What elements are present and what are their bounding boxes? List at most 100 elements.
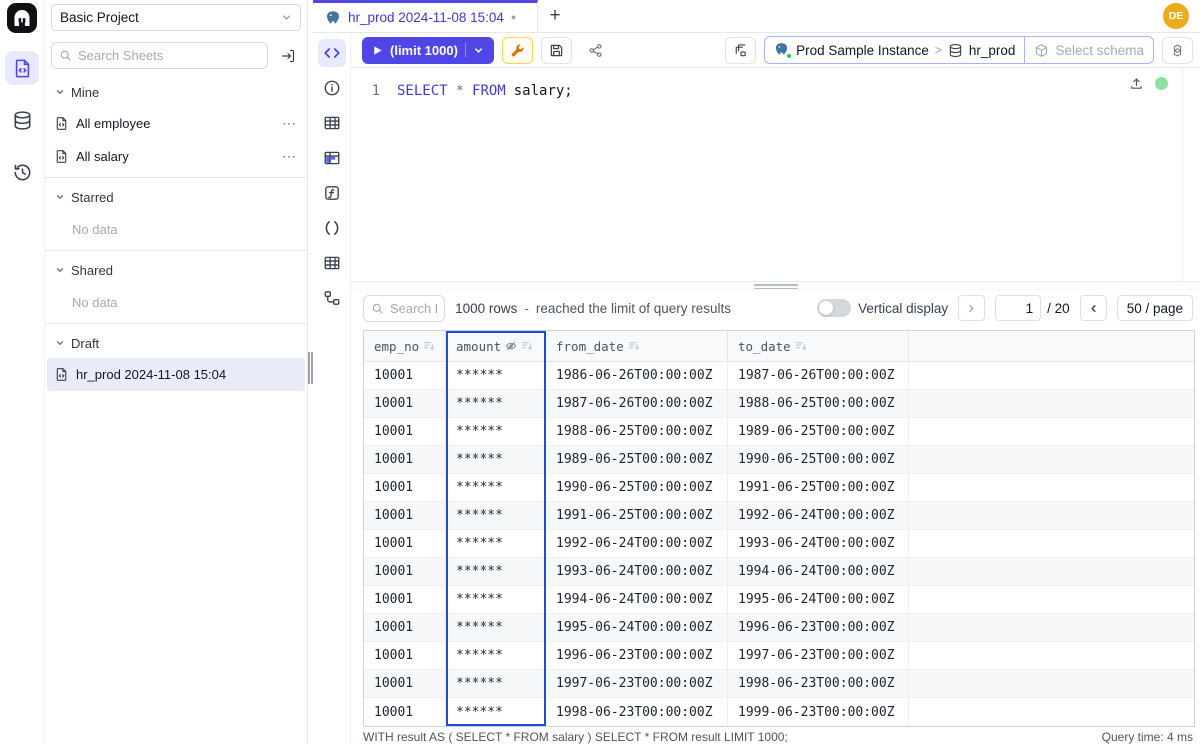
table-cell[interactable]: ****** [446, 418, 546, 445]
sheet-search-input[interactable] [78, 48, 260, 63]
table-cell[interactable]: 1991-06-25T00:00:00Z [546, 502, 728, 529]
save-sheet-button[interactable] [541, 37, 572, 64]
table-cell[interactable]: 1993-06-24T00:00:00Z [546, 558, 728, 585]
panel-procedures-button[interactable] [318, 214, 346, 242]
table-cell[interactable]: 1997-06-23T00:00:00Z [728, 642, 909, 669]
nav-databases-button[interactable] [5, 103, 39, 137]
table-cell[interactable]: 1989-06-25T00:00:00Z [546, 446, 728, 473]
section-draft[interactable]: Draft [45, 328, 307, 358]
table-row[interactable]: 10001******1995-06-24T00:00:00Z1996-06-2… [364, 614, 1194, 642]
more-actions-icon[interactable]: ⋯ [282, 148, 297, 165]
sql-code-editor[interactable]: 1 SELECT * FROM salary; [351, 68, 1200, 281]
nav-history-button[interactable] [5, 155, 39, 189]
table-row[interactable]: 10001******1990-06-25T00:00:00Z1991-06-2… [364, 474, 1194, 502]
table-row[interactable]: 10001******1988-06-25T00:00:00Z1989-06-2… [364, 418, 1194, 446]
panel-views-button[interactable] [318, 249, 346, 277]
import-sheet-button[interactable] [275, 43, 301, 69]
table-cell[interactable]: ****** [446, 698, 546, 726]
column-header-to-date[interactable]: to_date [728, 331, 909, 361]
sort-icon[interactable] [423, 340, 435, 352]
next-page-button[interactable] [1080, 295, 1107, 321]
table-row[interactable]: 10001******1993-06-24T00:00:00Z1994-06-2… [364, 558, 1194, 586]
table-cell[interactable]: 10001 [364, 474, 446, 501]
instance-database-selector[interactable]: Prod Sample Instance > hr_prod [765, 37, 1024, 63]
table-cell[interactable]: 1995-06-24T00:00:00Z [546, 614, 728, 641]
splitter-grip[interactable] [308, 352, 313, 384]
section-shared[interactable]: Shared [45, 255, 307, 285]
table-cell[interactable]: 10001 [364, 390, 446, 417]
table-cell[interactable]: 1987-06-26T00:00:00Z [728, 362, 909, 389]
table-cell[interactable]: 1994-06-24T00:00:00Z [546, 586, 728, 613]
format-sql-button[interactable] [502, 37, 533, 64]
table-cell[interactable]: 1988-06-25T00:00:00Z [546, 418, 728, 445]
table-cell[interactable]: 1993-06-24T00:00:00Z [728, 530, 909, 557]
table-cell[interactable]: 1996-06-23T00:00:00Z [728, 614, 909, 641]
tab-hr-prod[interactable]: hr_prod 2024-11-08 15:04 ● [313, 0, 538, 32]
bytebase-logo[interactable] [4, 2, 40, 33]
table-cell[interactable]: 1999-06-23T00:00:00Z [728, 698, 909, 726]
table-cell[interactable]: 1992-06-24T00:00:00Z [728, 502, 909, 529]
table-cell[interactable]: 1997-06-23T00:00:00Z [546, 670, 728, 697]
page-size-selector[interactable]: 50 / page [1117, 295, 1193, 321]
panel-functions-button[interactable] [318, 179, 346, 207]
table-row[interactable]: 10001******1994-06-24T00:00:00Z1995-06-2… [364, 586, 1194, 614]
sort-icon[interactable] [628, 340, 640, 352]
table-row[interactable]: 10001******1991-06-25T00:00:00Z1992-06-2… [364, 502, 1194, 530]
panel-code-button[interactable] [318, 39, 346, 67]
table-cell[interactable]: 10001 [364, 670, 446, 697]
sort-icon[interactable] [521, 340, 533, 352]
table-cell[interactable]: 10001 [364, 698, 446, 726]
project-selector[interactable]: Basic Project [51, 4, 301, 31]
table-cell[interactable]: 1998-06-23T00:00:00Z [546, 698, 728, 726]
table-cell[interactable]: ****** [446, 670, 546, 697]
sheet-item-all-employee[interactable]: All employee ⋯ [45, 107, 307, 140]
table-cell[interactable]: ****** [446, 558, 546, 585]
table-cell[interactable]: ****** [446, 586, 546, 613]
table-cell[interactable]: 1991-06-25T00:00:00Z [728, 474, 909, 501]
table-cell[interactable]: 1998-06-23T00:00:00Z [728, 670, 909, 697]
table-row[interactable]: 10001******1998-06-23T00:00:00Z1999-06-2… [364, 698, 1194, 726]
table-cell[interactable]: 1989-06-25T00:00:00Z [728, 418, 909, 445]
prev-page-button[interactable] [958, 295, 985, 321]
section-mine[interactable]: Mine [45, 77, 307, 107]
table-cell[interactable]: ****** [446, 502, 546, 529]
table-row[interactable]: 10001******1996-06-23T00:00:00Z1997-06-2… [364, 642, 1194, 670]
page-number-input[interactable] [995, 295, 1041, 321]
table-cell[interactable]: 10001 [364, 642, 446, 669]
table-cell[interactable]: 1988-06-25T00:00:00Z [728, 390, 909, 417]
panel-info-button[interactable] [318, 74, 346, 102]
table-cell[interactable]: 1994-06-24T00:00:00Z [728, 558, 909, 585]
table-row[interactable]: 10001******1989-06-25T00:00:00Z1990-06-2… [364, 446, 1194, 474]
table-row[interactable]: 10001******1987-06-26T00:00:00Z1988-06-2… [364, 390, 1194, 418]
table-cell[interactable]: 10001 [364, 586, 446, 613]
more-actions-icon[interactable]: ⋯ [282, 115, 297, 132]
panel-tables-button[interactable] [318, 109, 346, 137]
panel-schema-diagram-button[interactable] [318, 284, 346, 312]
table-cell[interactable]: ****** [446, 474, 546, 501]
table-cell[interactable]: 1990-06-25T00:00:00Z [546, 474, 728, 501]
table-row[interactable]: 10001******1997-06-23T00:00:00Z1998-06-2… [364, 670, 1194, 698]
table-cell[interactable]: ****** [446, 530, 546, 557]
table-cell[interactable]: 10001 [364, 418, 446, 445]
run-query-button[interactable]: (limit 1000) [362, 37, 494, 64]
table-cell[interactable]: 1990-06-25T00:00:00Z [728, 446, 909, 473]
column-header-from-date[interactable]: from_date [546, 331, 728, 361]
table-cell[interactable]: ****** [446, 614, 546, 641]
results-resize-splitter[interactable] [351, 281, 1200, 291]
section-starred[interactable]: Starred [45, 182, 307, 212]
table-cell[interactable]: 1986-06-26T00:00:00Z [546, 362, 728, 389]
table-cell[interactable]: ****** [446, 362, 546, 389]
panel-masked-table-button[interactable] [318, 144, 346, 172]
code-line[interactable]: 1 SELECT * FROM salary; [351, 81, 1182, 101]
table-cell[interactable]: 10001 [364, 502, 446, 529]
table-cell[interactable]: 10001 [364, 614, 446, 641]
results-search-input[interactable] [390, 301, 437, 316]
upload-icon[interactable] [1129, 76, 1144, 91]
table-cell[interactable]: 10001 [364, 558, 446, 585]
table-cell[interactable]: 1992-06-24T00:00:00Z [546, 530, 728, 557]
table-cell[interactable]: ****** [446, 446, 546, 473]
table-cell[interactable]: 1987-06-26T00:00:00Z [546, 390, 728, 417]
table-cell[interactable]: 1995-06-24T00:00:00Z [728, 586, 909, 613]
sheet-item-draft-hr-prod[interactable]: hr_prod 2024-11-08 15:04 [47, 358, 305, 391]
table-cell[interactable]: ****** [446, 390, 546, 417]
